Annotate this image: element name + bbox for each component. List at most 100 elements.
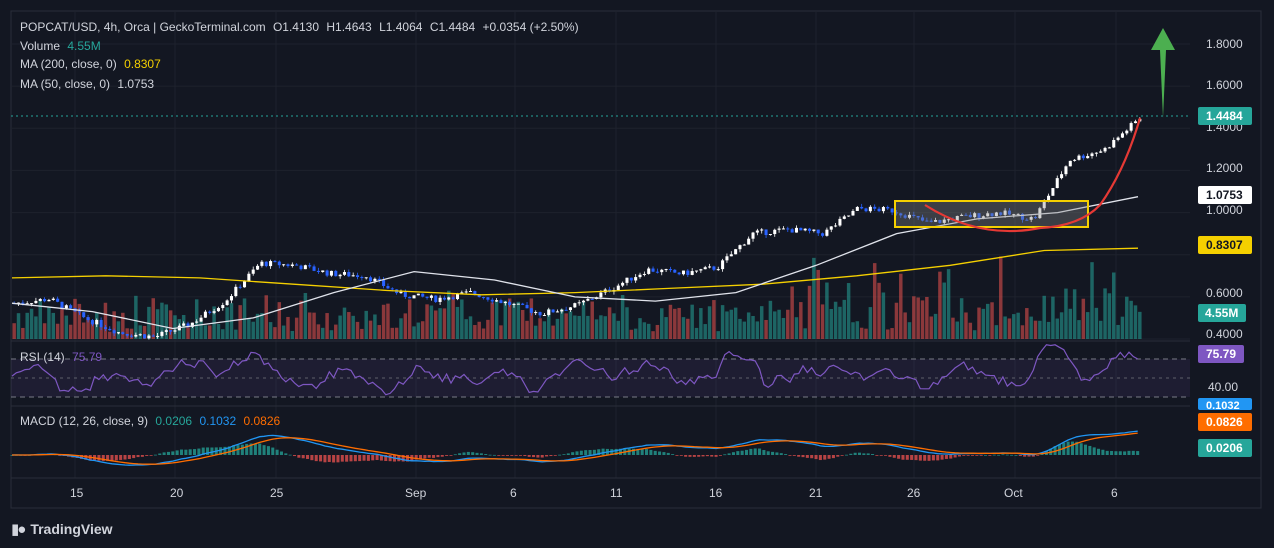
candle-body	[134, 334, 138, 337]
rsi-legend-label: RSI (14)	[20, 350, 65, 364]
volume-bar	[529, 298, 534, 339]
volume-bar	[781, 317, 786, 339]
candle-body	[660, 269, 664, 273]
rsi-legend[interactable]: RSI (14) 75.79	[20, 350, 106, 364]
volume-legend[interactable]: Volume 4.55M	[20, 39, 105, 53]
candle-body	[838, 218, 842, 226]
volume-bar	[851, 322, 855, 339]
candle-body	[351, 275, 355, 277]
candle-body	[751, 232, 755, 239]
volume-bar	[25, 312, 29, 339]
macd-hist-bar	[427, 455, 431, 458]
volume-bar	[1064, 288, 1068, 339]
macd-hist-bar	[288, 454, 292, 456]
volume-bar	[1085, 312, 1090, 339]
volume-bar	[464, 319, 468, 339]
volume-bar	[746, 312, 751, 339]
macd-hist-bar	[484, 454, 488, 455]
volume-bar	[386, 303, 390, 339]
macd-hist-bar	[584, 450, 588, 455]
volume-bar	[34, 316, 38, 339]
candle-body	[1116, 137, 1120, 140]
volume-bar	[972, 330, 977, 339]
macd-hist-bar	[992, 454, 996, 456]
macd-hist-bar	[1066, 441, 1070, 455]
volume-bar	[390, 327, 395, 339]
brand-label: TradingView	[30, 521, 113, 537]
candle-body	[525, 304, 529, 309]
candle-body	[51, 298, 55, 300]
macd-hist-bar	[279, 451, 283, 455]
candle-body	[873, 206, 877, 209]
volume-bar	[620, 294, 625, 339]
macd-hist-bar	[857, 452, 862, 455]
volume-bar	[742, 321, 747, 339]
volume-bar	[664, 317, 668, 339]
candle-body	[438, 297, 442, 302]
candle-body	[547, 309, 551, 315]
candle-body	[151, 335, 155, 337]
macd-hist-bar	[970, 455, 975, 456]
chart-canvas[interactable]: 1.8000 1.6000 1.2000 1.0000 0.6000 0.400…	[0, 0, 1274, 548]
volume-bar	[186, 327, 190, 339]
candle-body	[108, 328, 112, 331]
rsi-tag-label: 75.79	[1206, 347, 1236, 361]
macd-hist-bar	[645, 449, 649, 455]
volume-bar	[1098, 320, 1103, 339]
macd-hist-bar	[1036, 455, 1040, 456]
volume-bar	[1046, 321, 1051, 339]
candle-body	[868, 206, 872, 212]
volume-bar	[442, 308, 447, 339]
volume-bar	[1138, 311, 1142, 339]
macd-hist-bar	[771, 451, 775, 455]
price-tick: 1.0000	[1206, 203, 1243, 217]
volume-bar	[625, 307, 629, 339]
candle-body	[116, 332, 121, 334]
candle-body	[1068, 160, 1072, 167]
candle-body	[581, 300, 586, 303]
candle-body	[1107, 147, 1111, 149]
time-tick: Sep	[405, 486, 427, 500]
candle-body	[877, 208, 881, 212]
macd-hist-bar	[810, 455, 814, 459]
volume-bar	[886, 329, 890, 339]
candle-body	[399, 291, 403, 294]
candle-body	[777, 228, 781, 230]
candle-body	[486, 297, 490, 300]
volume-bar	[1116, 324, 1120, 339]
volume-bar	[590, 301, 594, 339]
macd-hist-bar	[271, 447, 275, 455]
macd-hist-bar	[601, 448, 605, 455]
volume-bar	[277, 302, 282, 339]
candle-body	[734, 249, 738, 255]
macd-hist-bar	[914, 455, 918, 461]
macd-legend[interactable]: MACD (12, 26, close, 9) 0.0206 0.1032 0.…	[20, 414, 284, 428]
macd-hist-bar	[532, 455, 536, 458]
volume-bar	[373, 314, 377, 339]
volume-bar	[720, 305, 725, 339]
ma200-legend[interactable]: MA (200, close, 0) 0.8307	[20, 57, 165, 71]
volume-bar	[533, 325, 538, 339]
ma50-legend[interactable]: MA (50, close, 0) 1.0753	[20, 77, 158, 91]
candle-body	[1099, 151, 1103, 153]
volume-bar	[303, 293, 308, 339]
macd-hist-bar	[705, 455, 709, 457]
volume-bar	[1129, 300, 1133, 339]
macd-hist-bar	[1136, 451, 1140, 455]
rsi-axis-tick: 40.00	[1208, 380, 1238, 394]
tradingview-brand[interactable]: ▮● TradingView	[11, 520, 113, 538]
macd-hist-bar	[523, 455, 527, 457]
volume-bar	[925, 296, 929, 339]
candle-body	[773, 229, 777, 235]
volume-bar	[351, 315, 355, 339]
candle-body	[729, 254, 733, 257]
macd-hist-bar	[340, 455, 344, 462]
candle-body	[99, 319, 103, 328]
candle-body	[799, 227, 803, 231]
volume-bar	[946, 269, 951, 339]
candle-body	[334, 270, 338, 277]
candle-body	[816, 229, 820, 234]
macd-hist-bar	[197, 448, 201, 455]
macd-hist-bar	[153, 454, 157, 456]
volume-bar	[221, 329, 225, 339]
